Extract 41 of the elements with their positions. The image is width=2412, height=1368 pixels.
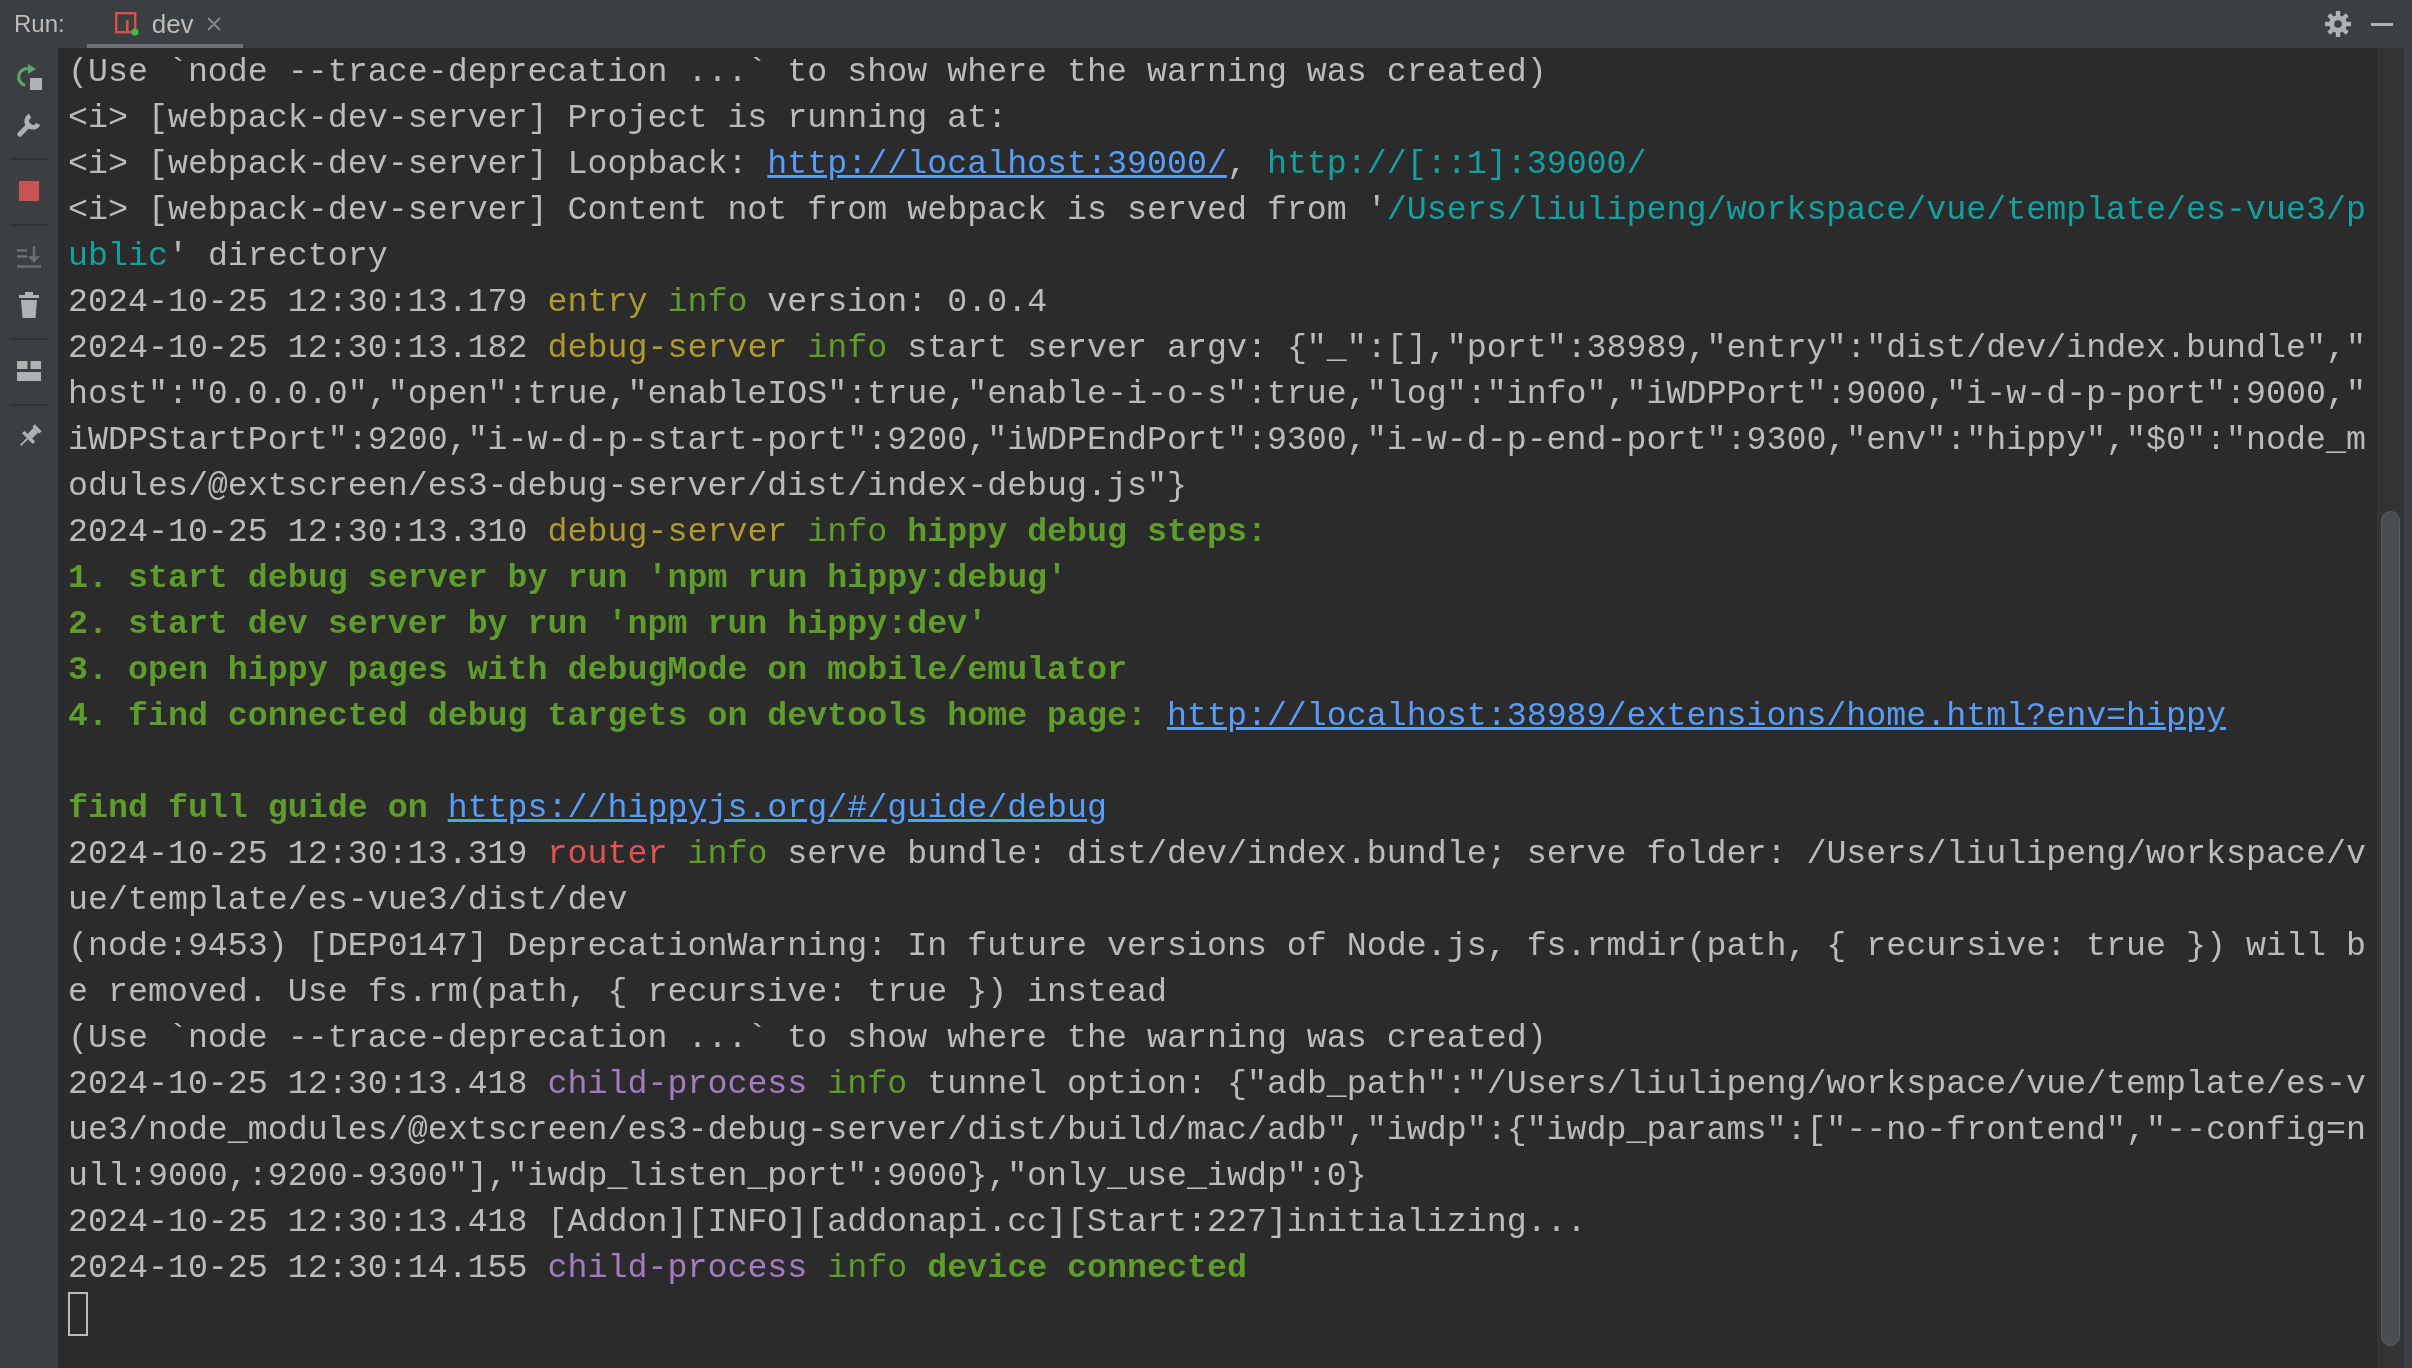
console-line: (Use `node --trace-deprecation ...` to show where the warning was created) <box>68 1018 1547 1059</box>
text-cursor <box>68 1292 88 1336</box>
console-line: 2024-10-25 12:30:14.155 child-process info device connected <box>68 1248 1247 1289</box>
console-line: 3. open hippy pages with debugMode on mobile/emulator <box>68 650 1127 691</box>
scrollbar-thumb[interactable] <box>2381 511 2400 1346</box>
console-line: <i> [webpack-dev-server] Loopback: http://localhost:39000/, http://[::1]:39000/ <box>68 144 1647 185</box>
run-label: Run: <box>14 10 65 38</box>
console-line: (Use `node --trace-deprecation ...` to show where the warning was created) <box>68 52 1547 93</box>
console-line: 2024-10-25 12:30:13.182 debug-server info start server argv: {"_":[],"port":38989,"entry":"dist/dev/index.bundle"," <box>68 328 2366 369</box>
console-line: (node:9453) [DEP0147] DeprecationWarning: In future versions of Node.js, fs.rmdir(path, { recursive: true }) will b <box>68 926 2366 967</box>
link[interactable]: http://localhost:39000/ <box>767 145 1227 183</box>
wrench-icon[interactable] <box>16 112 42 138</box>
run-config-icon <box>114 12 139 36</box>
scrollbar-track[interactable] <box>2377 48 2404 1368</box>
refresh-icon[interactable] <box>16 64 42 90</box>
close-icon[interactable] <box>206 17 221 31</box>
console-line: 4. find connected debug targets on devtools home page: http://localhost:38989/extensions/home.html?env=hippy <box>68 696 2226 737</box>
console-line: ull:9000,:9200-9300"],"iwdp_listen_port":9000},"only_use_iwdp":0} <box>68 1156 1367 1197</box>
link[interactable]: https://hippyjs.org/#/guide/debug <box>447 789 1108 827</box>
console-line: 2024-10-25 12:30:13.310 debug-server info hippy debug steps: <box>68 512 1267 553</box>
minimize-icon[interactable] <box>2371 22 2393 26</box>
console-line: 2. start dev server by run 'npm run hippy:dev' <box>68 604 988 645</box>
trash-icon[interactable] <box>19 292 39 318</box>
layout-icon[interactable] <box>17 361 41 381</box>
console-line: 2024-10-25 12:30:13.418 child-process info tunnel option: {"adb_path":"/Users/liulipeng/workspace/vue/template/es-v <box>68 1064 2366 1105</box>
console-line: 2024-10-25 12:30:13.319 router info serve bundle: dist/dev/index.bundle; serve folder: /Users/liulipeng/workspace/v <box>68 834 2366 875</box>
console-line: 2024-10-25 12:30:13.179 entry info version: 0.0.4 <box>68 282 1048 323</box>
console-line: 2024-10-25 12:30:13.418 [Addon][INFO][addonapi.cc][Start:227]initializing... <box>68 1202 1587 1243</box>
console-line: ue/template/es-vue3/dist/dev <box>68 880 628 921</box>
console-line: ue3/node_modules/@extscreen/es3-debug-server/dist/build/mac/adb","iwdp":{"iwdp_params":["--no-frontend","--config=n <box>68 1110 2366 1151</box>
console-line: <i> [webpack-dev-server] Content not from webpack is served from '/Users/liulipeng/workspace/vue/template/es-vue3/p <box>68 190 2366 231</box>
console-line: <i> [webpack-dev-server] Project is running at: <box>68 98 1008 139</box>
link[interactable]: http://localhost:38989/extensions/home.html?env=hippy <box>1167 697 2226 735</box>
console-line: host":"0.0.0.0","open":true,"enableIOS":true,"enable-i-o-s":true,"log":"info","iWDPPort":9000,"i-w-d-p-port":9000," <box>68 374 2366 415</box>
settings-icon[interactable] <box>2325 11 2351 37</box>
console-line: 1. start debug server by run 'npm run hippy:debug' <box>68 558 1068 599</box>
console-line: odules/@extscreen/es3-debug-server/dist/index-debug.js"} <box>68 466 1187 507</box>
console-line: find full guide on https://hippyjs.org/#/guide/debug <box>68 788 1108 829</box>
console-line: iWDPStartPort":9200,"i-w-d-p-start-port":9200,"iWDPEndPort":9300,"i-w-d-p-end-port":9300,"env":"hippy","$0":"node_m <box>68 420 2366 461</box>
console-line: ublic' directory <box>68 236 388 277</box>
console-line: e removed. Use fs.rm(path, { recursive: true }) instead <box>68 972 1167 1013</box>
